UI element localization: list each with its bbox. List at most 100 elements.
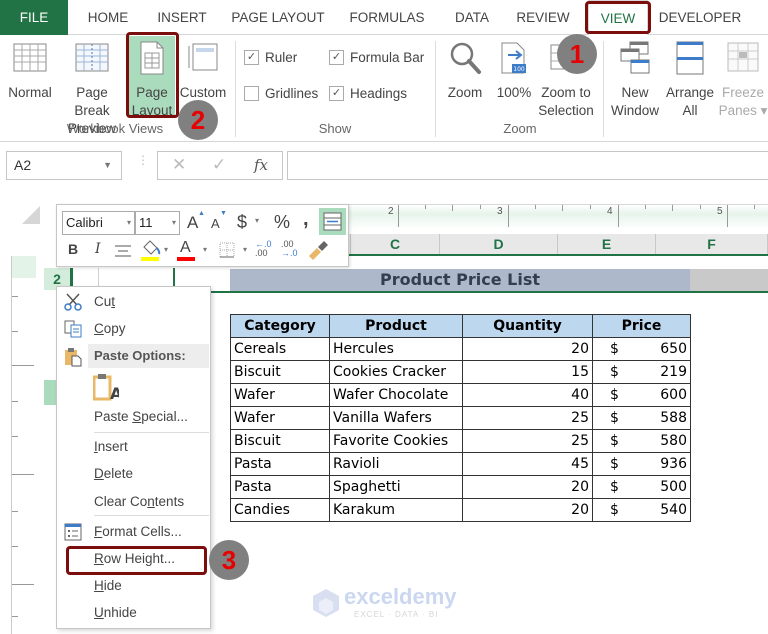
header-product[interactable]: Product <box>329 314 463 338</box>
normal-view-button[interactable]: Normal <box>4 41 56 102</box>
cell-category[interactable]: Wafer <box>230 406 330 430</box>
increase-decimal-button[interactable]: ←.0 .00 <box>255 240 272 258</box>
cell-price[interactable]: $936 <box>592 452 691 476</box>
cell-quantity[interactable]: 40 <box>462 383 593 407</box>
header-price[interactable]: Price <box>592 314 691 338</box>
menu-item-paste-special[interactable]: Paste Special... <box>94 409 188 424</box>
cell-product[interactable]: Ravioli <box>329 452 463 476</box>
menu-item-delete[interactable]: Delete <box>94 466 133 481</box>
menu-item-clear-contents[interactable]: Clear Contents <box>94 494 184 509</box>
zoom-button[interactable]: Zoom <box>442 41 488 102</box>
font-size-dropdown[interactable]: 11 ▾ <box>135 211 180 235</box>
tab-developer[interactable]: DEVELOPER <box>656 0 744 35</box>
borders-icon[interactable] <box>219 242 235 258</box>
zoom-100-button[interactable]: 100 100% <box>494 41 534 102</box>
formula-bar-checkbox[interactable]: ✓ Formula Bar <box>329 50 424 65</box>
increase-font-icon[interactable]: A <box>187 213 198 233</box>
cell-quantity[interactable]: 25 <box>462 429 593 453</box>
format-painter-icon[interactable] <box>307 240 329 260</box>
header-quantity[interactable]: Quantity <box>462 314 593 338</box>
paste-keep-text-icon[interactable]: A <box>93 373 119 401</box>
cell-category[interactable]: Biscuit <box>230 360 330 384</box>
cell-product[interactable]: Favorite Cookies <box>329 429 463 453</box>
page-layout-button[interactable]: Page Layout <box>129 36 175 118</box>
menu-item-row-height[interactable]: Row Height... <box>94 551 175 566</box>
chevron-down-icon[interactable]: ▾ <box>255 216 259 225</box>
cell-category[interactable]: Wafer <box>230 383 330 407</box>
decrease-font-icon[interactable]: A <box>211 216 220 231</box>
cell-product[interactable]: Cookies Cracker <box>329 360 463 384</box>
tab-page-layout[interactable]: PAGE LAYOUT <box>226 0 330 35</box>
italic-button[interactable]: I <box>95 241 101 257</box>
menu-item-cut[interactable]: Cut <box>94 294 115 309</box>
column-header-d[interactable]: D <box>440 234 558 254</box>
tab-file[interactable]: FILE <box>0 0 68 35</box>
tab-insert[interactable]: INSERT <box>150 0 214 35</box>
row-header-selected[interactable] <box>44 380 56 405</box>
font-name-dropdown[interactable]: Calibri ▾ <box>62 211 135 235</box>
percent-style-icon[interactable]: % <box>274 212 290 233</box>
decrease-decimal-button[interactable]: .00 →.0 <box>281 240 298 258</box>
fill-color-icon[interactable] <box>140 239 162 263</box>
cell-category[interactable]: Biscuit <box>230 429 330 453</box>
format-painter-toggle[interactable] <box>319 208 346 235</box>
headings-checkbox[interactable]: ✓ Headings <box>329 86 407 101</box>
formula-bar-grip-icon[interactable]: ⋮ <box>137 154 149 166</box>
cell-price[interactable]: $588 <box>592 406 691 430</box>
cell-quantity[interactable]: 45 <box>462 452 593 476</box>
cell-product[interactable]: Karakum <box>329 498 463 522</box>
tab-data[interactable]: DATA <box>444 0 500 35</box>
name-box[interactable]: A2 ▼ <box>6 151 122 180</box>
cell-product[interactable]: Spaghetti <box>329 475 463 499</box>
chevron-down-icon[interactable]: ▾ <box>203 245 207 254</box>
font-color-icon[interactable]: A <box>180 239 191 257</box>
column-header-e[interactable]: E <box>558 234 656 254</box>
menu-item-format-cells[interactable]: Format Cells... <box>94 524 182 539</box>
insert-function-icon[interactable]: fx <box>254 156 268 174</box>
cell-category[interactable]: Pasta <box>230 475 330 499</box>
gridlines-checkbox[interactable]: Gridlines <box>244 86 318 101</box>
cell-product[interactable]: Hercules <box>329 337 463 361</box>
new-window-button[interactable]: New Window <box>607 41 663 120</box>
tab-view[interactable]: VIEW <box>588 0 648 36</box>
cell-product[interactable]: Vanilla Wafers <box>329 406 463 430</box>
cell-category[interactable]: Candies <box>230 498 330 522</box>
enter-icon[interactable]: ✓ <box>212 155 226 175</box>
tab-review[interactable]: REVIEW <box>510 0 576 35</box>
cell-price[interactable]: $600 <box>592 383 691 407</box>
menu-item-insert[interactable]: Insert <box>94 439 128 454</box>
cancel-icon[interactable]: ✕ <box>172 155 186 175</box>
cell-price[interactable]: $500 <box>592 475 691 499</box>
cell-price[interactable]: $580 <box>592 429 691 453</box>
menu-item-hide[interactable]: Hide <box>94 578 122 593</box>
comma-style-icon[interactable]: , <box>303 208 309 231</box>
chevron-down-icon[interactable]: ▾ <box>243 245 247 254</box>
ruler-checkbox[interactable]: ✓ Ruler <box>244 50 297 65</box>
currency-format-icon[interactable]: $ <box>237 212 247 233</box>
freeze-panes-button[interactable]: Freeze Panes ▾ <box>718 41 768 120</box>
tab-home[interactable]: HOME <box>78 0 138 35</box>
cell-category[interactable]: Pasta <box>230 452 330 476</box>
column-header-f[interactable]: F <box>656 234 768 254</box>
cell-quantity[interactable]: 25 <box>462 406 593 430</box>
cell-quantity[interactable]: 20 <box>462 475 593 499</box>
bold-button[interactable]: B <box>68 241 78 257</box>
cell-quantity[interactable]: 20 <box>462 498 593 522</box>
chevron-down-icon[interactable]: ▾ <box>164 245 168 254</box>
cell-price[interactable]: $219 <box>592 360 691 384</box>
cell-price[interactable]: $650 <box>592 337 691 361</box>
formula-input[interactable] <box>287 151 768 180</box>
cell-quantity[interactable]: 20 <box>462 337 593 361</box>
sheet-title[interactable]: Product Price List <box>230 269 690 291</box>
align-center-icon[interactable] <box>115 245 131 257</box>
select-all-icon[interactable] <box>22 206 40 224</box>
cell-price[interactable]: $540 <box>592 498 691 522</box>
cell-quantity[interactable]: 15 <box>462 360 593 384</box>
name-box-dropdown-icon[interactable]: ▼ <box>103 152 112 179</box>
cell-category[interactable]: Cereals <box>230 337 330 361</box>
menu-item-copy[interactable]: Copy <box>94 321 126 336</box>
arrange-all-button[interactable]: Arrange All <box>664 41 716 120</box>
column-header-c[interactable]: C <box>350 234 440 254</box>
tab-formulas[interactable]: FORMULAS <box>343 0 431 35</box>
header-category[interactable]: Category <box>230 314 330 338</box>
